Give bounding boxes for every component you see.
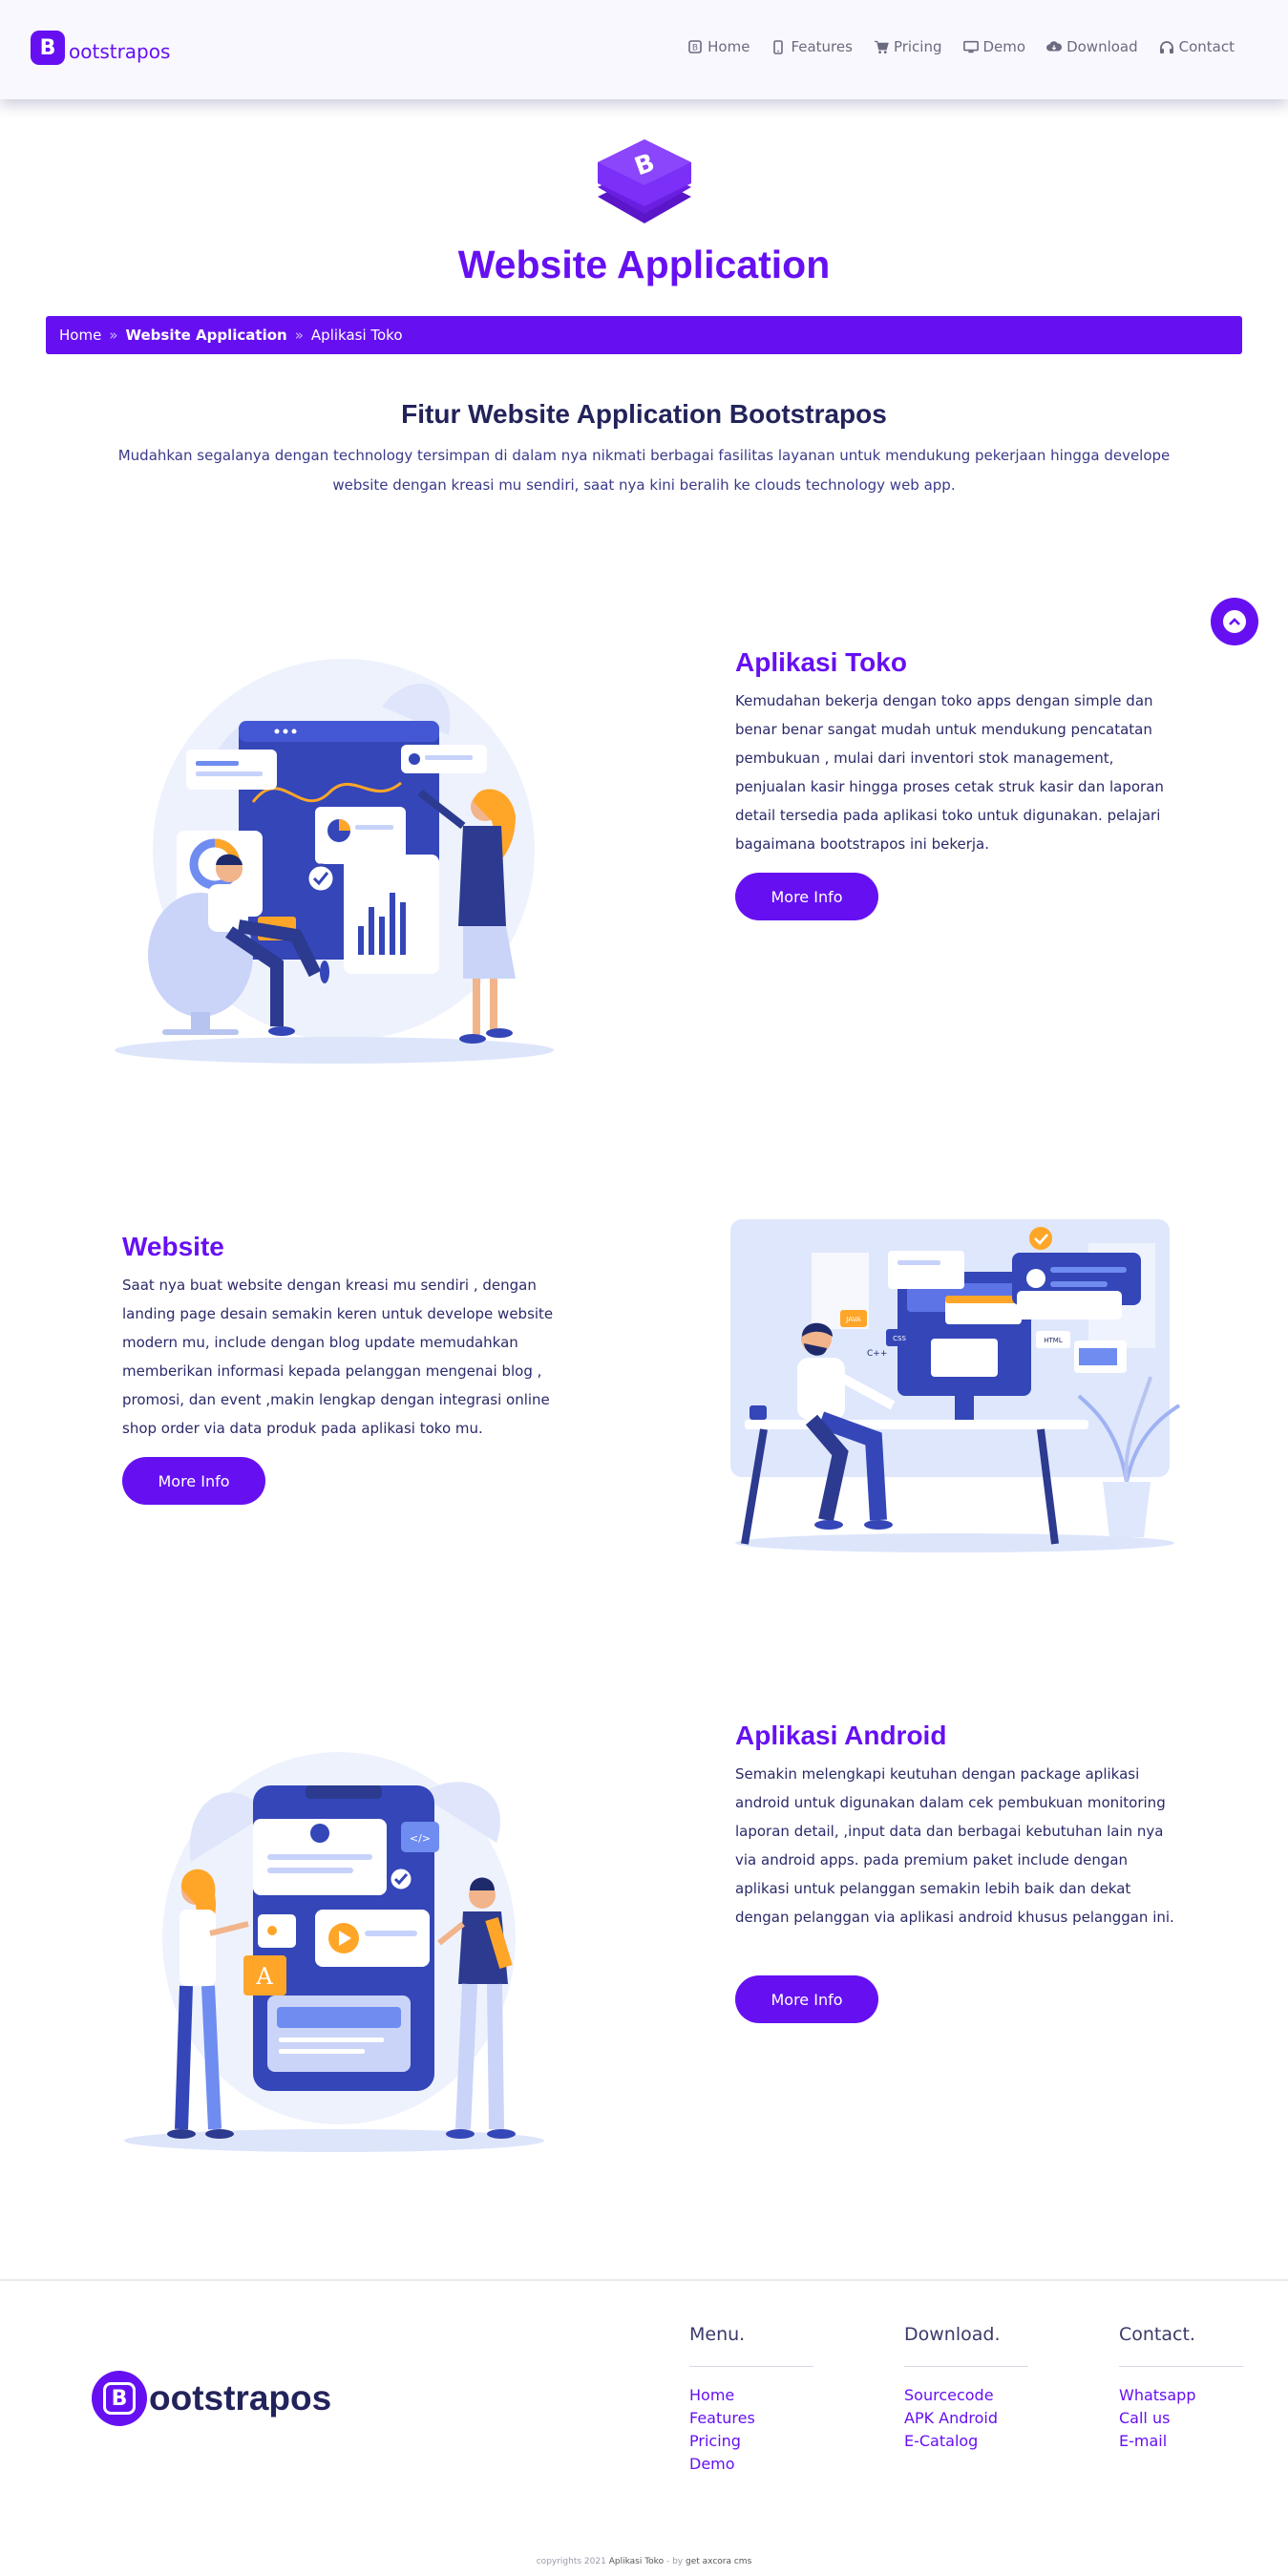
footer-link-demo[interactable]: Demo xyxy=(689,2453,813,2476)
bootstrap-logo-icon: B xyxy=(31,31,65,65)
footer-link-pricing[interactable]: Pricing xyxy=(689,2430,813,2453)
nav-pricing[interactable]: Pricing xyxy=(874,38,942,55)
footer-divider xyxy=(0,2279,1288,2281)
footer-rule xyxy=(1119,2366,1243,2367)
footer-download-column: Download. Sourcecode APK Android E-Catal… xyxy=(904,2324,1028,2453)
svg-text:A: A xyxy=(255,1963,273,1990)
android-app-illustration: </> A xyxy=(115,1728,563,2158)
scroll-to-top-button[interactable] xyxy=(1211,598,1258,645)
breadcrumb-website-application[interactable]: Website Application xyxy=(125,327,286,344)
nav-contact[interactable]: Contact xyxy=(1159,38,1235,55)
footer-contact-title: Contact. xyxy=(1119,2324,1195,2345)
nav-pricing-label: Pricing xyxy=(893,38,942,55)
more-info-button-website[interactable]: More Info xyxy=(122,1457,265,1505)
hero-bootstrap-stack-icon: B xyxy=(594,136,695,231)
footer-link-home[interactable]: Home xyxy=(689,2384,813,2407)
nav-download[interactable]: Download xyxy=(1046,38,1138,55)
footer-rule xyxy=(904,2366,1028,2367)
footer-menu-column: Menu. Home Features Pricing Demo xyxy=(689,2324,813,2476)
bootstrap-icon: B xyxy=(687,39,703,54)
nav-home-label: Home xyxy=(707,38,750,55)
brand-logo[interactable]: B ootstrapos xyxy=(31,31,170,65)
nav-home[interactable]: B Home xyxy=(687,38,750,55)
footer-brand-logo[interactable]: B ootstrapos xyxy=(92,2371,331,2426)
copyright-vendor-link[interactable]: get axcora cms xyxy=(686,2557,751,2566)
chevron-up-icon xyxy=(1223,610,1246,633)
brand-text: ootstrapos xyxy=(69,40,171,63)
footer-link-sourcecode[interactable]: Sourcecode xyxy=(904,2384,1028,2407)
copyright-by: - by xyxy=(665,2557,684,2566)
footer-brand-text: ootstrapos xyxy=(149,2378,332,2418)
breadcrumb-current: Aplikasi Toko xyxy=(310,327,403,344)
intro-description: Mudahkan segalanya dengan technology ter… xyxy=(117,447,1171,494)
cart-icon xyxy=(874,39,889,54)
footer-brand-letter: B xyxy=(103,2382,136,2415)
copyright: copyrights 2021 Aplikasi Toko - by get a… xyxy=(0,2557,1288,2566)
more-info-button-aplikasi-toko[interactable]: More Info xyxy=(735,873,878,920)
website-developer-illustration: JAVA CSS C++ HTML xyxy=(726,1214,1193,1558)
nav-download-label: Download xyxy=(1066,38,1138,55)
copyright-prefix: copyrights 2021 xyxy=(536,2557,606,2566)
feature-title-website: Website xyxy=(122,1232,224,1261)
footer-link-e-mail[interactable]: E-mail xyxy=(1119,2430,1243,2453)
nav-demo-label: Demo xyxy=(982,38,1026,55)
site-header: B ootstrapos B Home Features Pricing Dem xyxy=(0,0,1288,99)
svg-text:C++: C++ xyxy=(867,1349,887,1359)
mobile-icon xyxy=(771,39,786,54)
svg-text:CSS: CSS xyxy=(893,1335,906,1342)
breadcrumb: Home » Website Application » Aplikasi To… xyxy=(46,316,1242,354)
feature-text-website: Saat nya buat website dengan kreasi mu s… xyxy=(122,1277,554,1437)
svg-text:B: B xyxy=(692,44,698,53)
footer-contact-column: Contact. Whatsapp Call us E-mail xyxy=(1119,2324,1243,2453)
breadcrumb-home[interactable]: Home xyxy=(59,327,101,344)
desktop-icon xyxy=(962,39,979,54)
page-title: Website Application xyxy=(457,243,831,286)
breadcrumb-separator: » xyxy=(294,327,304,344)
footer-link-whatsapp[interactable]: Whatsapp xyxy=(1119,2384,1243,2407)
headphones-icon xyxy=(1159,39,1174,54)
more-info-button-aplikasi-android[interactable]: More Info xyxy=(735,1975,878,2023)
breadcrumb-separator: » xyxy=(109,327,118,344)
bootstrap-logo-icon: B xyxy=(92,2371,147,2426)
footer-link-features[interactable]: Features xyxy=(689,2407,813,2430)
nav-demo[interactable]: Demo xyxy=(962,38,1026,55)
footer-link-e-catalog[interactable]: E-Catalog xyxy=(904,2430,1028,2453)
footer-link-apk-android[interactable]: APK Android xyxy=(904,2407,1028,2430)
svg-text:</>: </> xyxy=(410,1832,431,1845)
svg-text:HTML: HTML xyxy=(1044,1337,1063,1344)
copyright-app-link[interactable]: Aplikasi Toko xyxy=(609,2557,664,2566)
store-app-illustration xyxy=(95,649,573,1069)
main-nav: B Home Features Pricing Demo Download Co… xyxy=(687,38,1235,55)
nav-contact-label: Contact xyxy=(1178,38,1235,55)
nav-features[interactable]: Features xyxy=(771,38,853,55)
feature-text-aplikasi-android: Semakin melengkapi keutuhan dengan packa… xyxy=(735,1765,1174,1926)
feature-title-aplikasi-android: Aplikasi Android xyxy=(735,1721,947,1750)
footer-download-title: Download. xyxy=(904,2324,1001,2345)
footer-menu-title: Menu. xyxy=(689,2324,746,2345)
feature-text-aplikasi-toko: Kemudahan bekerja dengan toko apps denga… xyxy=(735,692,1164,853)
footer-link-call-us[interactable]: Call us xyxy=(1119,2407,1243,2430)
svg-text:JAVA: JAVA xyxy=(845,1316,861,1323)
cloud-download-icon xyxy=(1046,39,1063,54)
intro-title: Fitur Website Application Bootstrapos xyxy=(401,399,887,429)
feature-title-aplikasi-toko: Aplikasi Toko xyxy=(735,647,907,677)
footer-rule xyxy=(689,2366,813,2367)
nav-features-label: Features xyxy=(791,38,853,55)
